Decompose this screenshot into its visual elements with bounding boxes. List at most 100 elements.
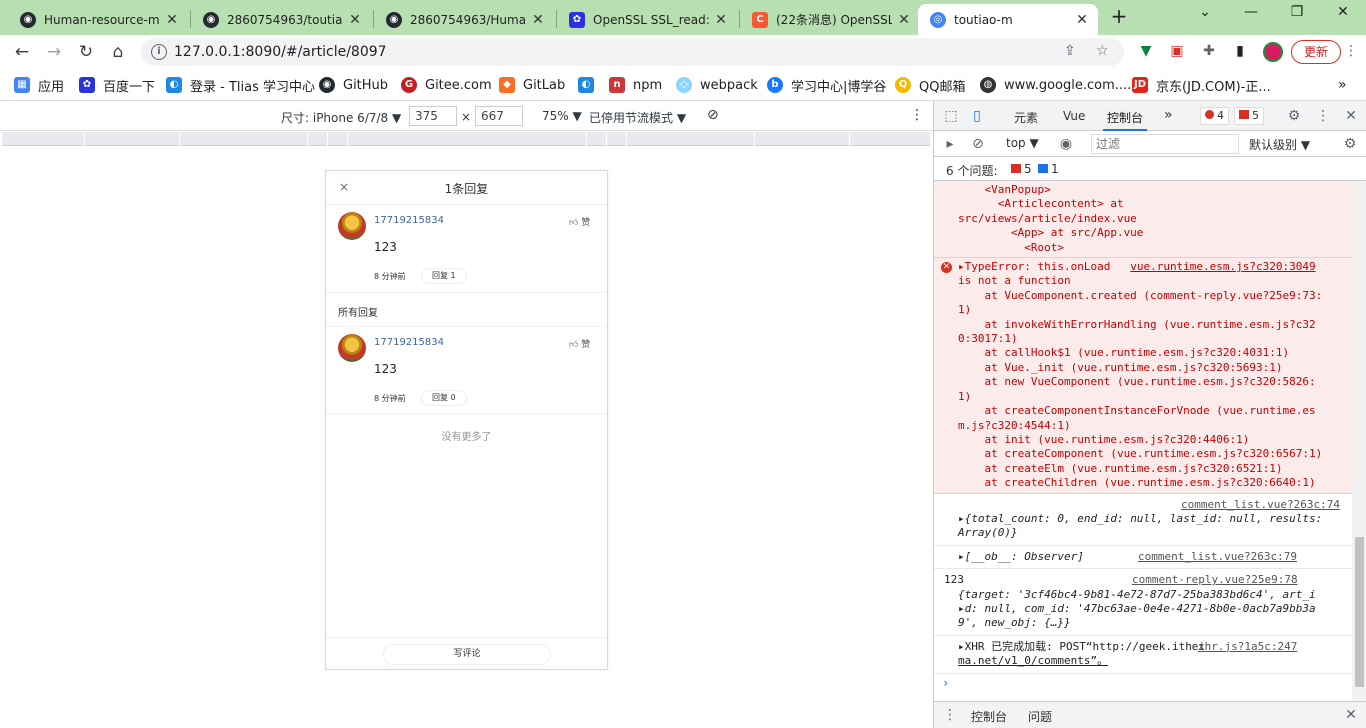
- like-button[interactable]: 👍︎ 赞: [569, 337, 590, 350]
- forward-icon[interactable]: →: [43, 41, 65, 63]
- reply-button[interactable]: 回复 1: [421, 268, 467, 284]
- bookmark-item[interactable]: ◆ GitLab: [499, 76, 565, 94]
- source-link[interactable]: xhr.js?1a5c:247: [1198, 640, 1297, 654]
- devtools-menu-icon[interactable]: ⋮: [1315, 108, 1331, 124]
- bookmark-item[interactable]: ✿ 百度一下: [79, 76, 155, 95]
- browser-tab[interactable]: ◉ 2860754963/Human ✕: [374, 4, 554, 35]
- console-scrollbar[interactable]: [1352, 181, 1366, 701]
- close-tab-icon[interactable]: ✕: [713, 12, 729, 28]
- back-icon[interactable]: ←: [11, 41, 33, 63]
- avatar[interactable]: [338, 212, 366, 240]
- console-error-entry[interactable]: ✕ ▸TypeError: this.onLoad vue.runtime.es…: [934, 258, 1352, 494]
- media-query-ruler[interactable]: [2, 132, 930, 146]
- tab-search-icon[interactable]: ⌄: [1182, 4, 1228, 26]
- browser-tab[interactable]: ✿ OpenSSL SSL_read: C ✕: [557, 4, 737, 35]
- more-tabs-icon[interactable]: »: [1164, 107, 1173, 123]
- warning-count-badge[interactable]: 5: [1234, 107, 1264, 125]
- tab-console[interactable]: 控制台: [1102, 109, 1148, 131]
- browser-tab[interactable]: ◉ 2860754963/toutiao ✕: [191, 4, 371, 35]
- browser-tab-active[interactable]: ◎ toutiao-m ✕: [918, 4, 1098, 35]
- sidebar-toggle-icon[interactable]: ▸: [942, 136, 958, 152]
- reload-icon[interactable]: ↻: [75, 41, 97, 63]
- console-filter-input[interactable]: 过滤: [1091, 134, 1239, 154]
- bookmark-item[interactable]: ◐ 登录 - Tlias 学习中心: [166, 76, 315, 95]
- side-panel-icon[interactable]: ▮: [1231, 42, 1249, 60]
- minimize-icon[interactable]: —: [1228, 4, 1274, 26]
- tab-vue[interactable]: Vue: [1063, 109, 1085, 123]
- console-prompt[interactable]: ›: [934, 674, 1352, 694]
- inspect-element-icon[interactable]: ⬚: [943, 108, 959, 124]
- extensions-puzzle-icon[interactable]: ✚: [1200, 42, 1218, 60]
- close-tab-icon[interactable]: ✕: [896, 12, 912, 28]
- home-icon[interactable]: ⌂: [107, 41, 129, 63]
- close-drawer-icon[interactable]: ✕: [1343, 707, 1359, 723]
- bookmark-item[interactable]: JD 京东(JD.COM)-正...: [1132, 76, 1271, 95]
- bookmark-item[interactable]: Q QQ邮箱: [895, 76, 965, 95]
- like-button[interactable]: 👍︎ 赞: [569, 215, 590, 228]
- bookmark-item[interactable]: ◐: [578, 76, 602, 94]
- extension-badge-icon[interactable]: ▣: [1168, 42, 1186, 60]
- vue-extension-icon[interactable]: ▼: [1137, 42, 1155, 60]
- settings-gear-icon[interactable]: ⚙: [1286, 108, 1302, 124]
- device-width-input[interactable]: 375: [409, 106, 457, 126]
- close-window-icon[interactable]: ✕: [1320, 4, 1366, 26]
- source-link[interactable]: comment_list.vue?263c:79: [1138, 550, 1297, 564]
- bookmark-item[interactable]: ◍ www.google.com....: [980, 76, 1131, 94]
- console-log-entry[interactable]: comment_list.vue?263c:74 ▸{total_count: …: [934, 494, 1352, 546]
- device-select[interactable]: 尺寸: iPhone 6/7/8 ▼: [281, 109, 401, 126]
- bookmark-item[interactable]: ▦ 应用: [14, 76, 64, 95]
- write-comment-button[interactable]: 写评论: [383, 644, 551, 665]
- device-toggle-icon[interactable]: ▯: [969, 108, 985, 124]
- close-tab-icon[interactable]: ✕: [530, 12, 546, 28]
- device-height-input[interactable]: 667: [475, 106, 523, 126]
- close-tab-icon[interactable]: ✕: [164, 12, 180, 28]
- drawer-menu-icon[interactable]: ⋮: [942, 707, 958, 723]
- site-info-icon[interactable]: i: [151, 44, 167, 60]
- update-button[interactable]: 更新: [1291, 40, 1341, 64]
- bookmark-item[interactable]: b 学习中心|博学谷: [767, 76, 886, 95]
- avatar[interactable]: [338, 334, 366, 362]
- close-tab-icon[interactable]: ✕: [347, 12, 363, 28]
- close-icon[interactable]: ×: [339, 180, 349, 194]
- console-settings-icon[interactable]: ⚙: [1342, 136, 1358, 152]
- source-link[interactable]: comment-reply.vue?25e9:78: [1132, 573, 1298, 587]
- close-devtools-icon[interactable]: ✕: [1343, 108, 1359, 124]
- issues-label: 6 个问题:: [946, 164, 998, 178]
- drawer-tab-issues[interactable]: 问题: [1028, 708, 1052, 725]
- url-text: 127.0.0.1:8090/#/article/8097: [174, 44, 387, 60]
- issues-bar[interactable]: 6 个问题: 5 1: [934, 157, 1366, 181]
- restore-icon[interactable]: ❐: [1274, 4, 1320, 26]
- more-bookmarks-icon[interactable]: »: [1338, 76, 1347, 94]
- address-bar[interactable]: i 127.0.0.1:8090/#/article/8097 ⇪ ☆: [141, 38, 1124, 66]
- zoom-select[interactable]: 75% ▼: [542, 109, 582, 123]
- log-level-select[interactable]: 默认级别 ▼: [1249, 136, 1310, 153]
- throttle-select[interactable]: 已停用节流模式 ▼: [589, 109, 686, 126]
- new-tab-button[interactable]: +: [1108, 6, 1130, 28]
- bookmark-star-icon[interactable]: ☆: [1096, 43, 1109, 59]
- device-more-icon[interactable]: ⋮: [910, 107, 924, 123]
- browser-tab[interactable]: ◉ Human-resource-ma ✕: [8, 4, 188, 35]
- bookmark-item[interactable]: ◇ webpack: [676, 76, 758, 94]
- console-log-entry[interactable]: ▸[__ob__: Observer] comment_list.vue?263c…: [934, 546, 1352, 570]
- drawer-tab-console[interactable]: 控制台: [971, 708, 1007, 725]
- console-xhr-entry[interactable]: ▸XHR 已完成加载: POST“http://geek.ithei xhr.js…: [934, 636, 1352, 674]
- bookmark-item[interactable]: n npm: [609, 76, 662, 94]
- avatar[interactable]: [1263, 42, 1283, 62]
- rotate-icon[interactable]: ⊘: [707, 107, 719, 123]
- context-select[interactable]: top ▼: [1006, 136, 1039, 150]
- apps-grid-icon: ▦: [14, 77, 30, 93]
- source-link[interactable]: vue.runtime.esm.js?c320:3049: [1130, 260, 1315, 273]
- share-icon[interactable]: ⇪: [1064, 43, 1076, 59]
- source-link[interactable]: comment_list.vue?263c:74: [1181, 498, 1340, 511]
- browser-tab[interactable]: C (22条消息) OpenSSL ✕: [740, 4, 920, 35]
- tab-elements[interactable]: 元素: [1014, 109, 1038, 126]
- clear-console-icon[interactable]: ⊘: [970, 136, 986, 152]
- menu-kebab-icon[interactable]: ⋮: [1342, 42, 1360, 60]
- bookmark-item[interactable]: ◉ GitHub: [319, 76, 388, 94]
- console-log-entry[interactable]: 123 comment-reply.vue?25e9:78 {target: '3…: [934, 569, 1352, 636]
- error-count-badge[interactable]: 4: [1200, 107, 1229, 125]
- reply-button[interactable]: 回复 0: [421, 390, 467, 406]
- close-tab-icon[interactable]: ✕: [1074, 12, 1090, 28]
- eye-icon[interactable]: ◉: [1058, 136, 1074, 152]
- bookmark-item[interactable]: G Gitee.com: [401, 76, 492, 94]
